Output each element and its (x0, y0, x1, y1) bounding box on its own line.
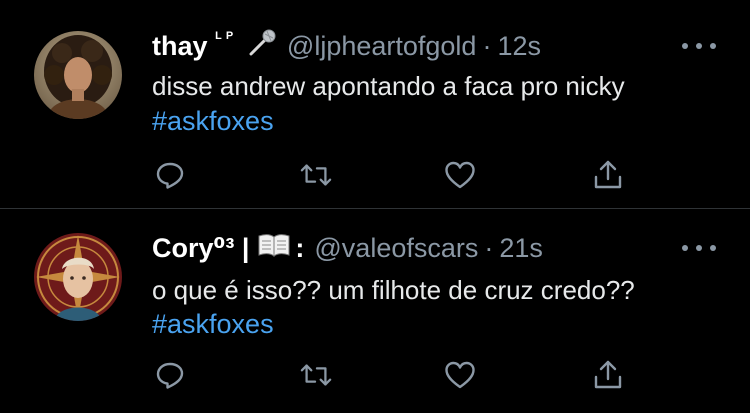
name-suffix: : (295, 232, 305, 263)
separator: · (484, 232, 494, 263)
tweet-actions (152, 359, 632, 391)
more-options-icon[interactable] (682, 238, 716, 258)
timestamp[interactable]: 21s (499, 233, 543, 264)
like-icon[interactable] (444, 359, 476, 391)
separator: · (482, 30, 492, 61)
avatar[interactable] (34, 31, 122, 119)
display-name[interactable]: Cory⁰³ | (152, 233, 249, 264)
user-handle[interactable]: @valeofscars (314, 233, 478, 264)
reply-icon[interactable] (154, 359, 186, 391)
tweet-text: disse andrew apontando a faca pro nicky (152, 71, 625, 101)
tweet-actions (152, 159, 632, 191)
retweet-icon[interactable] (300, 359, 332, 391)
tweet-feed: thay ᴸ ᴾ @ljpheartofgold · 12s disse and… (0, 0, 750, 413)
share-icon[interactable] (592, 159, 624, 191)
hashtag-link[interactable]: #askfoxes (152, 106, 274, 137)
timestamp[interactable]: 12s (497, 31, 541, 62)
reply-icon[interactable] (154, 159, 186, 191)
retweet-icon[interactable] (300, 159, 332, 191)
tweet-header: thay ᴸ ᴾ @ljpheartofgold · 12s (152, 28, 660, 64)
avatar[interactable] (34, 233, 122, 321)
tweet-header: Cory⁰³ | : @valeofscars · 21s (152, 230, 660, 266)
tweet[interactable]: Cory⁰³ | : @valeofscars · 21s o que é is… (0, 209, 750, 413)
name-badges: : (257, 231, 304, 266)
open-book-icon (257, 231, 291, 266)
like-icon[interactable] (444, 159, 476, 191)
user-handle[interactable]: @ljpheartofgold (287, 31, 477, 62)
tweet-text: o que é isso?? um filhote de cruz credo?… (152, 275, 635, 305)
hashtag-link[interactable]: #askfoxes (152, 309, 274, 340)
name-badges: ᴸ ᴾ (216, 28, 277, 65)
name-suffix: ᴸ ᴾ (215, 30, 233, 47)
tweet[interactable]: thay ᴸ ᴾ @ljpheartofgold · 12s disse and… (0, 0, 750, 208)
display-name[interactable]: thay (152, 31, 208, 62)
microphone-icon (247, 28, 277, 65)
more-options-icon[interactable] (682, 36, 716, 56)
share-icon[interactable] (592, 359, 624, 391)
